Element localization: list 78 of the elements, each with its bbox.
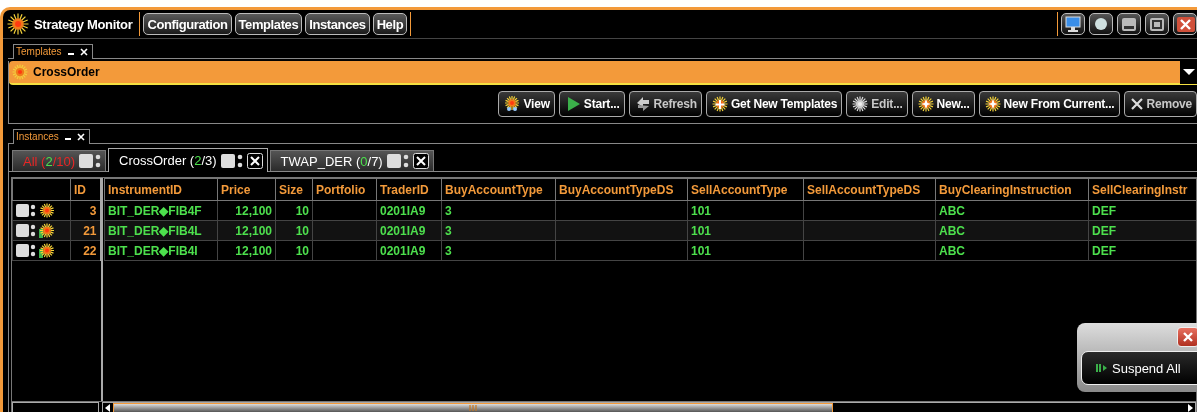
column-header[interactable]: SellClearingInstr (1088, 178, 1196, 201)
table-cell: 10 (275, 200, 313, 221)
minimize-icon (1119, 15, 1139, 33)
panel-tab[interactable]: Instances (13, 129, 90, 144)
table-cell: 12,100 (217, 200, 276, 221)
monitor-icon (1063, 15, 1083, 33)
sun-icon (504, 96, 521, 112)
horizontal-scrollbar[interactable] (102, 402, 1196, 412)
column-header[interactable]: Size (275, 178, 313, 201)
close-icon[interactable] (246, 152, 263, 169)
close-button[interactable] (1173, 13, 1197, 35)
panel-tab[interactable]: Templates (13, 44, 93, 59)
left-arrow-icon[interactable] (103, 403, 113, 412)
table-cell: 0201IA9 (376, 240, 442, 261)
table-cell: BIT_DER◆FIB4I (104, 240, 218, 261)
menu-icon[interactable] (16, 243, 36, 258)
toolbar-button[interactable]: View (498, 91, 555, 117)
suspend-all-button[interactable]: Suspend All (1081, 351, 1197, 385)
minimize-button[interactable] (1117, 13, 1141, 35)
sun-star-icon (984, 96, 1001, 112)
table-cell: 12,100 (217, 240, 276, 261)
sun-icon (12, 64, 28, 80)
maximize-button[interactable] (1145, 13, 1169, 35)
table-cell: BIT_DER◆FIB4F (104, 200, 218, 221)
toolbar-button[interactable]: New From Current... (978, 91, 1120, 117)
sun-star-icon (917, 96, 934, 112)
template-dropdown[interactable]: CrossOrder (9, 61, 1197, 85)
close-icon (76, 132, 85, 141)
maximize-icon (1147, 15, 1167, 33)
menu-icon[interactable] (16, 203, 36, 218)
menu-button[interactable]: Configuration (143, 13, 232, 35)
sun-plus-icon (711, 96, 728, 112)
column-header[interactable]: BuyAccountTypeDS (555, 178, 688, 201)
menu-icon[interactable] (220, 152, 243, 169)
right-arrow-icon[interactable] (1185, 403, 1195, 412)
column-header[interactable]: BuyClearingInstruction (935, 178, 1089, 201)
column-header[interactable]: ID (70, 178, 101, 201)
table-cell: 3 (441, 240, 556, 261)
table-cell: 101 (687, 240, 804, 261)
close-icon (79, 47, 88, 56)
pause-play-icon (1096, 363, 1108, 373)
column-header[interactable]: InstrumentID (104, 178, 218, 201)
menu-icon[interactable] (79, 153, 102, 169)
toolbar-button[interactable]: Get New Templates (705, 91, 843, 117)
close-icon (1182, 331, 1194, 343)
table-cell: ABC (935, 200, 1089, 221)
table-cell: ABC (935, 240, 1089, 261)
table-cell: 10 (275, 240, 313, 261)
table-cell: 0201IA9 (376, 200, 442, 221)
menu-icon[interactable] (16, 223, 36, 238)
sun-icon (7, 13, 29, 35)
menu-button[interactable]: Help (372, 13, 408, 35)
monitor-button[interactable] (1061, 13, 1085, 35)
column-header[interactable]: SellAccountTypeDS (803, 178, 936, 201)
table-cell: BIT_DER◆FIB4L (104, 220, 218, 241)
column-header[interactable]: BuyAccountType (441, 178, 556, 201)
menu-button[interactable]: Templates (234, 13, 303, 35)
instance-tab[interactable]: All (2/10) (12, 150, 107, 171)
starburst-icon (852, 96, 869, 112)
instance-tab[interactable]: CrossOrder (2/3) (108, 148, 268, 172)
dropdown-arrow-icon (1182, 68, 1195, 76)
column-header[interactable]: TraderID (376, 178, 442, 201)
menu-icon[interactable] (386, 153, 409, 169)
column-header[interactable]: SellAccountType (687, 178, 804, 201)
menu-button[interactable]: Instances (305, 13, 370, 35)
x-icon (1129, 97, 1144, 111)
column-header[interactable]: Price (217, 178, 276, 201)
toolbar-button[interactable]: Start... (558, 91, 625, 117)
close-icon (1175, 15, 1195, 33)
table-cell: 101 (687, 200, 804, 221)
toolbar-button[interactable]: New... (911, 91, 975, 117)
table-cell: 3 (441, 200, 556, 221)
instance-tab[interactable]: TWAP_DER (0/7) (269, 150, 434, 171)
app-title: Strategy Monitor (34, 16, 133, 32)
close-icon[interactable] (412, 153, 429, 169)
circle-button[interactable] (1089, 13, 1113, 35)
grip-icon[interactable] (469, 405, 477, 411)
column-header[interactable]: Portfolio (312, 178, 377, 201)
